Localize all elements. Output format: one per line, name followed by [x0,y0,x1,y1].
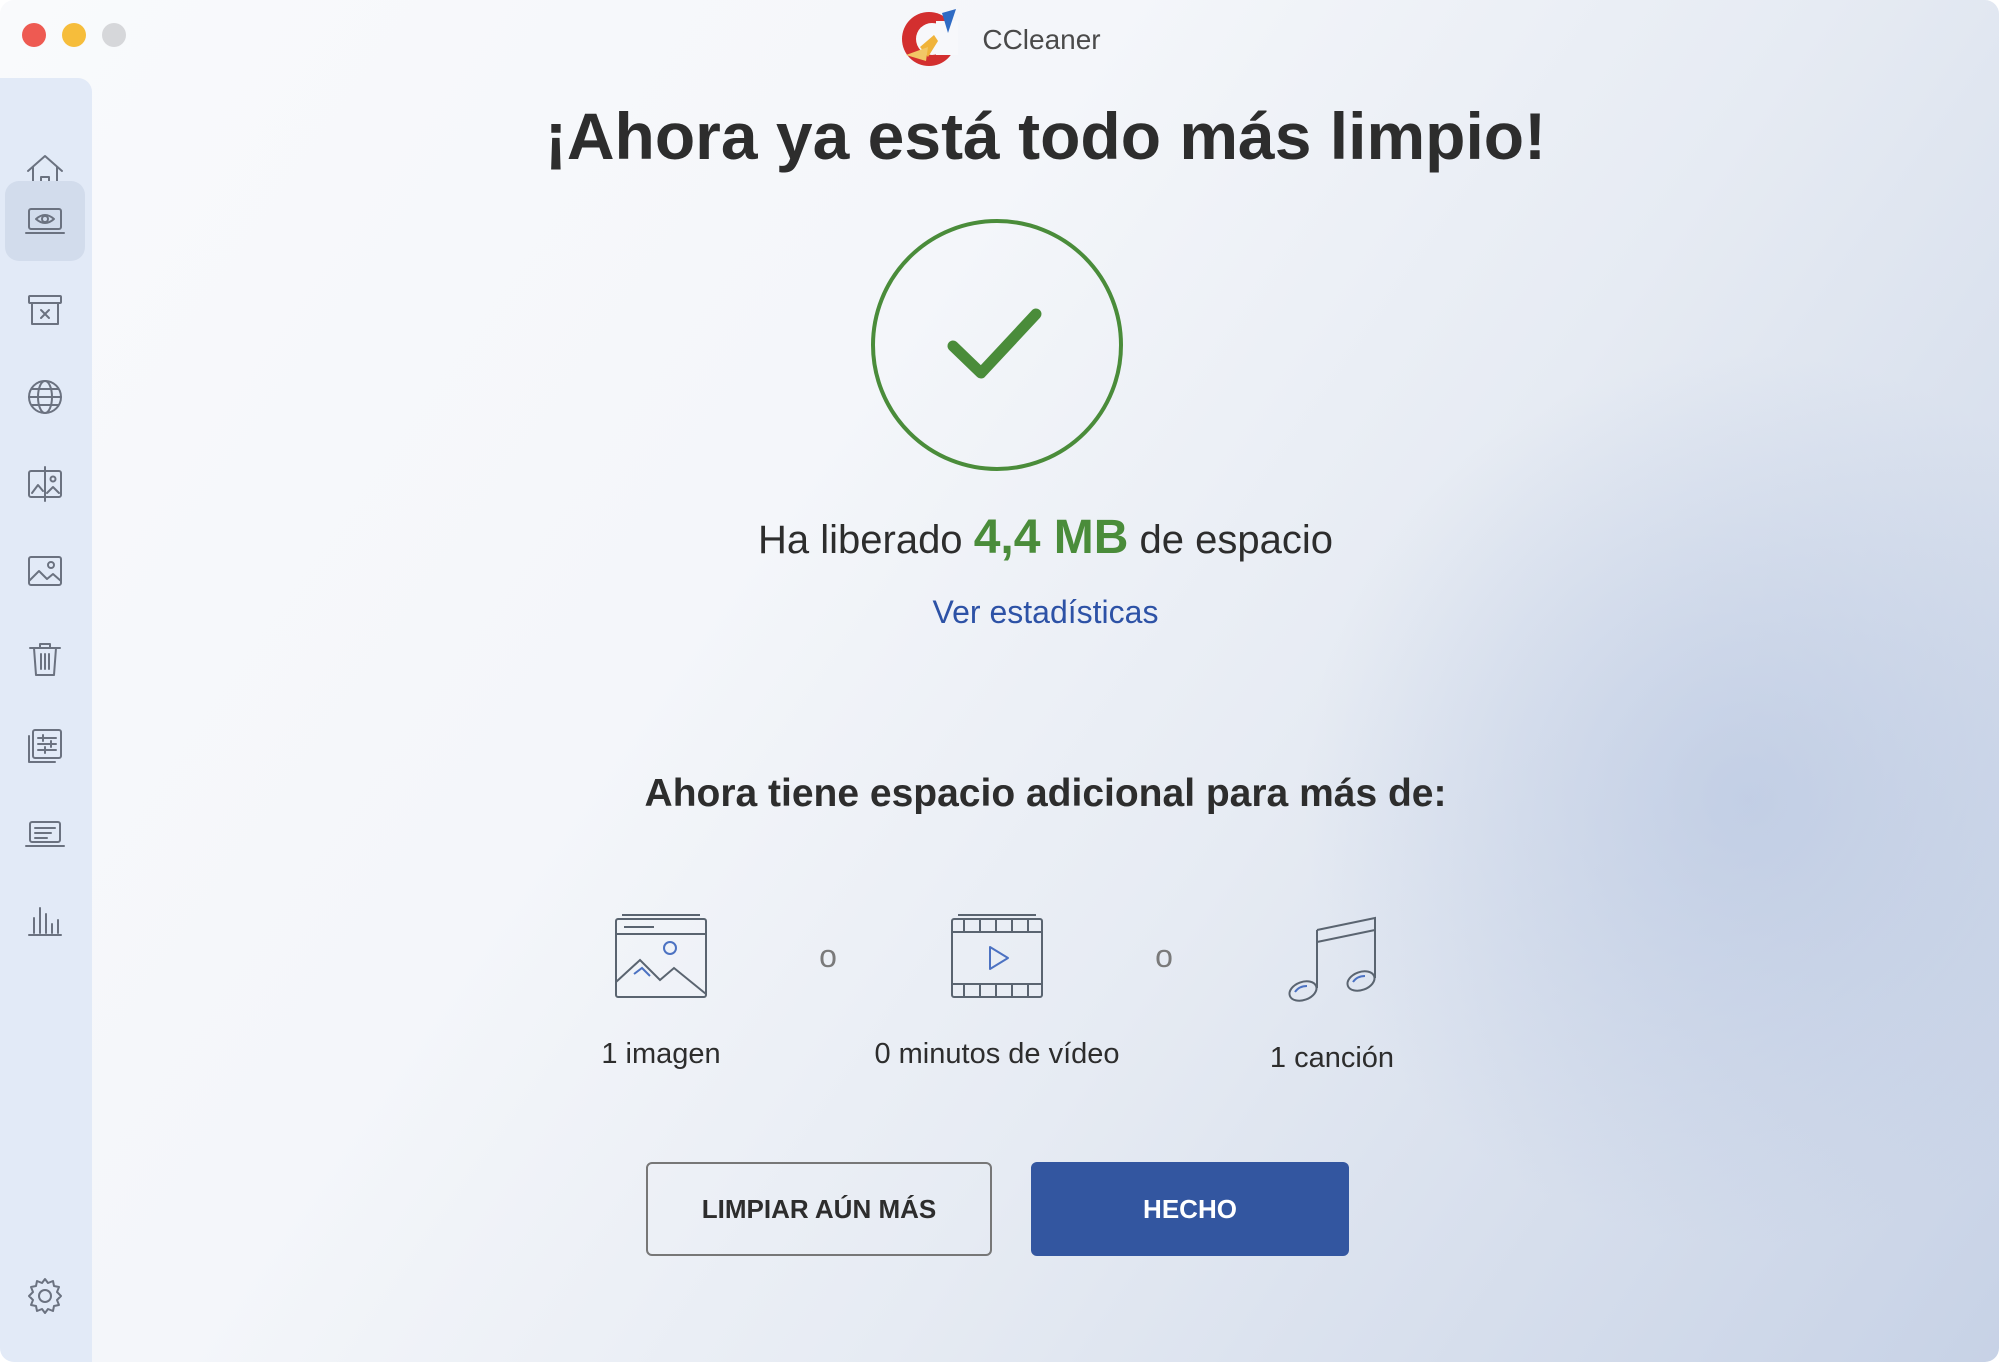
clean-more-button[interactable]: LIMPIAR AÚN MÁS [646,1162,992,1256]
sidebar-item-statistics[interactable] [5,880,85,960]
video-minutes-label: 0 minutos de vídeo [874,1038,1120,1070]
sidebar-item-photos[interactable] [5,531,85,611]
title-bar: CCleaner [0,8,1999,70]
ccleaner-logo-icon [898,7,966,74]
image-icon [615,914,707,998]
image-icon [28,556,62,586]
video-icon [951,914,1043,998]
freed-amount: 4,4 MB [973,511,1129,564]
music-note-icon [1288,916,1376,1002]
freed-prefix: Ha liberado [757,518,963,562]
app-window: CCleaner ¡Ahora ya está todo más limpio!… [0,0,1999,1362]
done-button[interactable]: HECHO [1031,1162,1349,1256]
compare-images-icon [28,466,62,502]
sidebar [0,78,92,1362]
gear-icon [28,1278,62,1314]
settings-button[interactable] [5,1256,85,1336]
globe-icon [28,380,62,414]
sidebar-item-browser[interactable] [5,357,85,437]
bar-chart-icon [28,907,62,936]
laptop-icon [25,821,65,847]
sidebar-item-uninstaller[interactable] [5,619,85,699]
section-subtitle: Ahora tiene espacio adicional para más d… [644,772,1447,815]
archive-box-icon [28,295,62,325]
media-item-song: 1 canción [1182,912,1482,1075]
song-count-label: 1 canción [1269,1042,1395,1074]
laptop-eye-icon [25,208,65,234]
sidebar-item-cleaner[interactable] [5,270,85,350]
app-title: CCleaner [898,7,1101,74]
sidebar-item-duplicates[interactable] [5,444,85,524]
list-settings-icon [28,729,62,763]
freed-suffix: de espacio [1139,518,1334,562]
sidebar-item-health-check[interactable] [5,181,85,261]
freed-space-text: Ha liberado 4,4 MB de espacio [92,510,1999,565]
success-check-icon [870,218,1124,472]
media-item-video: 0 minutos de vídeo [847,912,1147,1071]
sidebar-item-optimizer[interactable] [5,706,85,786]
media-item-image: 1 imagen [511,912,811,1071]
app-name: CCleaner [982,24,1101,55]
sidebar-item-system[interactable] [5,794,85,874]
view-stats-link[interactable]: Ver estadísticas [92,594,1999,631]
page-title: ¡Ahora ya está todo más limpio! [544,99,1547,173]
image-count-label: 1 imagen [601,1038,721,1070]
trash-icon [29,643,61,676]
